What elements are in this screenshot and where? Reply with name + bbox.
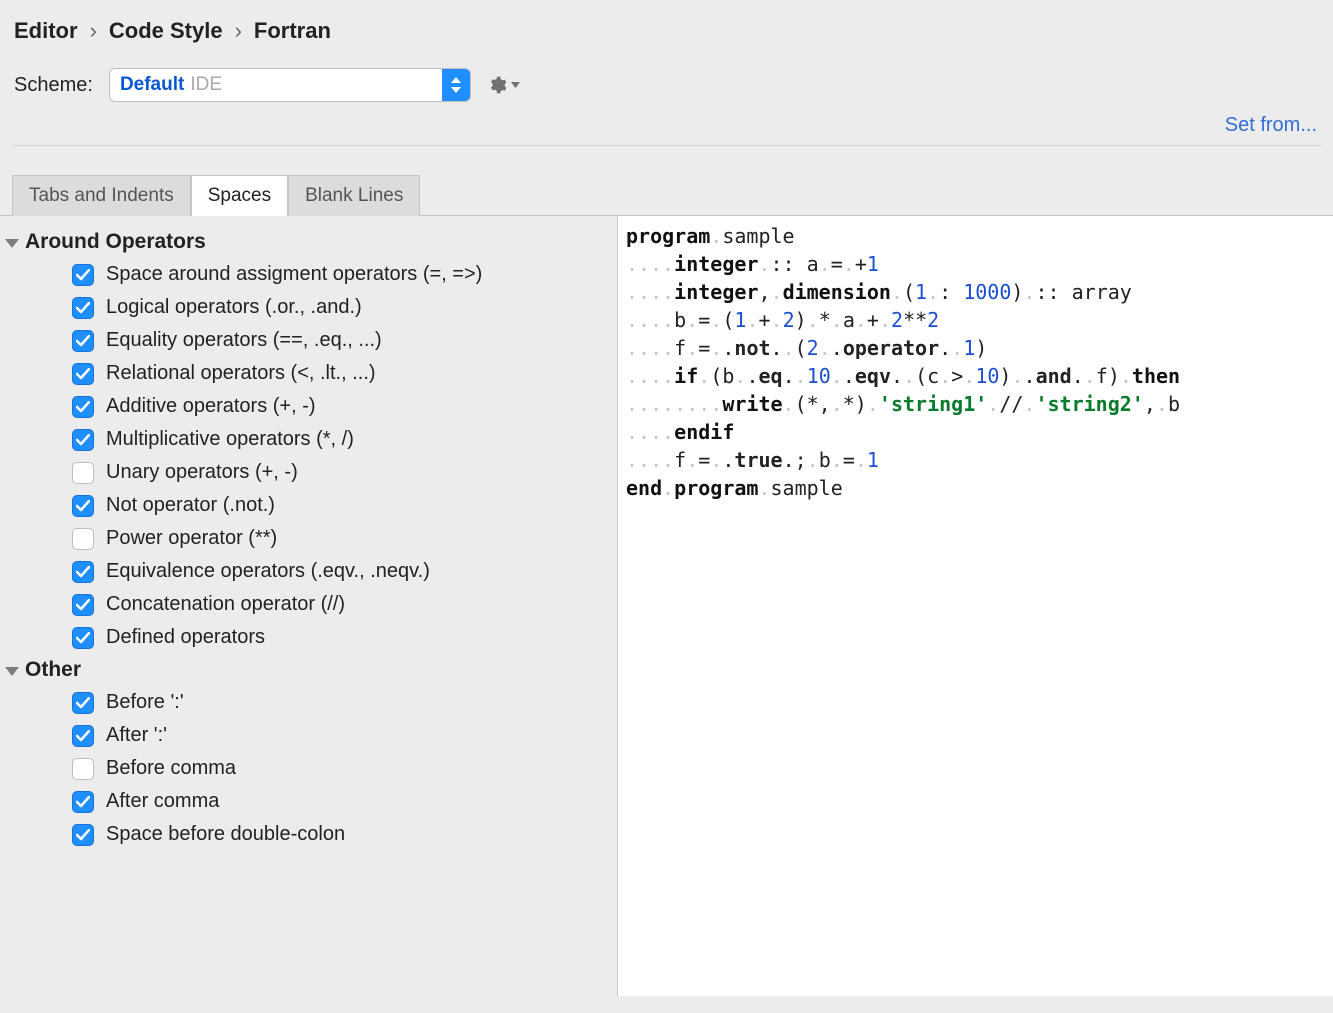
option-label: Equality operators (==, .eq., ...): [106, 329, 382, 352]
option-label: Relational operators (<, .lt., ...): [106, 362, 376, 385]
gear-button[interactable]: [487, 75, 520, 95]
checkbox[interactable]: [72, 758, 94, 780]
divider: [12, 145, 1321, 146]
scheme-select[interactable]: Default IDE: [109, 68, 471, 102]
set-from-link[interactable]: Set from...: [1225, 114, 1317, 137]
option-row: After ':': [4, 719, 611, 752]
section-title: Around Operators: [25, 230, 206, 254]
checkbox[interactable]: [72, 791, 94, 813]
checkbox[interactable]: [72, 725, 94, 747]
option-label: Unary operators (+, -): [106, 461, 298, 484]
gear-icon: [487, 75, 507, 95]
chevron-down-icon: [5, 239, 19, 248]
section-header[interactable]: Other: [4, 654, 611, 686]
tabs: Tabs and IndentsSpacesBlank Lines: [0, 174, 1333, 215]
option-row: After comma: [4, 785, 611, 818]
option-row: Defined operators: [4, 621, 611, 654]
option-row: Before ':': [4, 686, 611, 719]
checkbox[interactable]: [72, 692, 94, 714]
chevron-down-icon: [511, 82, 520, 88]
option-label: Equivalence operators (.eqv., .neqv.): [106, 560, 430, 583]
option-label: Space before double-colon: [106, 823, 345, 846]
tab-spaces[interactable]: Spaces: [191, 175, 288, 216]
checkbox[interactable]: [72, 264, 94, 286]
checkbox[interactable]: [72, 297, 94, 319]
checkbox[interactable]: [72, 330, 94, 352]
option-label: Space around assigment operators (=, =>): [106, 263, 482, 286]
option-label: Multiplicative operators (*, /): [106, 428, 354, 451]
checkbox[interactable]: [72, 528, 94, 550]
chevron-right-icon: ›: [235, 18, 242, 44]
option-row: Unary operators (+, -): [4, 456, 611, 489]
scheme-value: Default: [120, 74, 184, 96]
option-label: Concatenation operator (//): [106, 593, 345, 616]
checkbox[interactable]: [72, 627, 94, 649]
option-row: Before comma: [4, 752, 611, 785]
breadcrumb-item[interactable]: Code Style: [109, 18, 223, 44]
option-label: Logical operators (.or., .and.): [106, 296, 362, 319]
option-row: Concatenation operator (//): [4, 588, 611, 621]
option-row: Additive operators (+, -): [4, 390, 611, 423]
breadcrumb: Editor › Code Style › Fortran: [14, 18, 1319, 44]
option-row: Space around assigment operators (=, =>): [4, 258, 611, 291]
breadcrumb-item[interactable]: Editor: [14, 18, 78, 44]
checkbox[interactable]: [72, 429, 94, 451]
option-label: After comma: [106, 790, 219, 813]
checkbox[interactable]: [72, 462, 94, 484]
section-title: Other: [25, 658, 81, 682]
code-preview: program.sample ....integer.:: a.=.+1 ...…: [618, 216, 1333, 996]
option-row: Logical operators (.or., .and.): [4, 291, 611, 324]
chevron-right-icon: ›: [90, 18, 97, 44]
option-row: Relational operators (<, .lt., ...): [4, 357, 611, 390]
option-row: Equivalence operators (.eqv., .neqv.): [4, 555, 611, 588]
tab-blank-lines[interactable]: Blank Lines: [288, 175, 420, 216]
option-label: Power operator (**): [106, 527, 277, 550]
breadcrumb-item: Fortran: [254, 18, 331, 44]
checkbox[interactable]: [72, 495, 94, 517]
options-panel: Around Operators Space around assigment o…: [0, 216, 618, 996]
option-label: Before ':': [106, 691, 184, 714]
checkbox[interactable]: [72, 824, 94, 846]
option-label: Additive operators (+, -): [106, 395, 316, 418]
option-label: After ':': [106, 724, 167, 747]
option-label: Not operator (.not.): [106, 494, 275, 517]
tab-tabs-and-indents[interactable]: Tabs and Indents: [12, 175, 191, 216]
option-row: Multiplicative operators (*, /): [4, 423, 611, 456]
chevron-down-icon: [5, 667, 19, 676]
checkbox[interactable]: [72, 561, 94, 583]
option-row: Not operator (.not.): [4, 489, 611, 522]
section-header[interactable]: Around Operators: [4, 226, 611, 258]
option-label: Before comma: [106, 757, 236, 780]
checkbox[interactable]: [72, 363, 94, 385]
scheme-label: Scheme:: [14, 74, 93, 97]
stepper-icon[interactable]: [442, 69, 470, 101]
option-label: Defined operators: [106, 626, 265, 649]
checkbox[interactable]: [72, 396, 94, 418]
checkbox[interactable]: [72, 594, 94, 616]
option-row: Space before double-colon: [4, 818, 611, 851]
scheme-suffix: IDE: [190, 74, 222, 96]
option-row: Power operator (**): [4, 522, 611, 555]
option-row: Equality operators (==, .eq., ...): [4, 324, 611, 357]
